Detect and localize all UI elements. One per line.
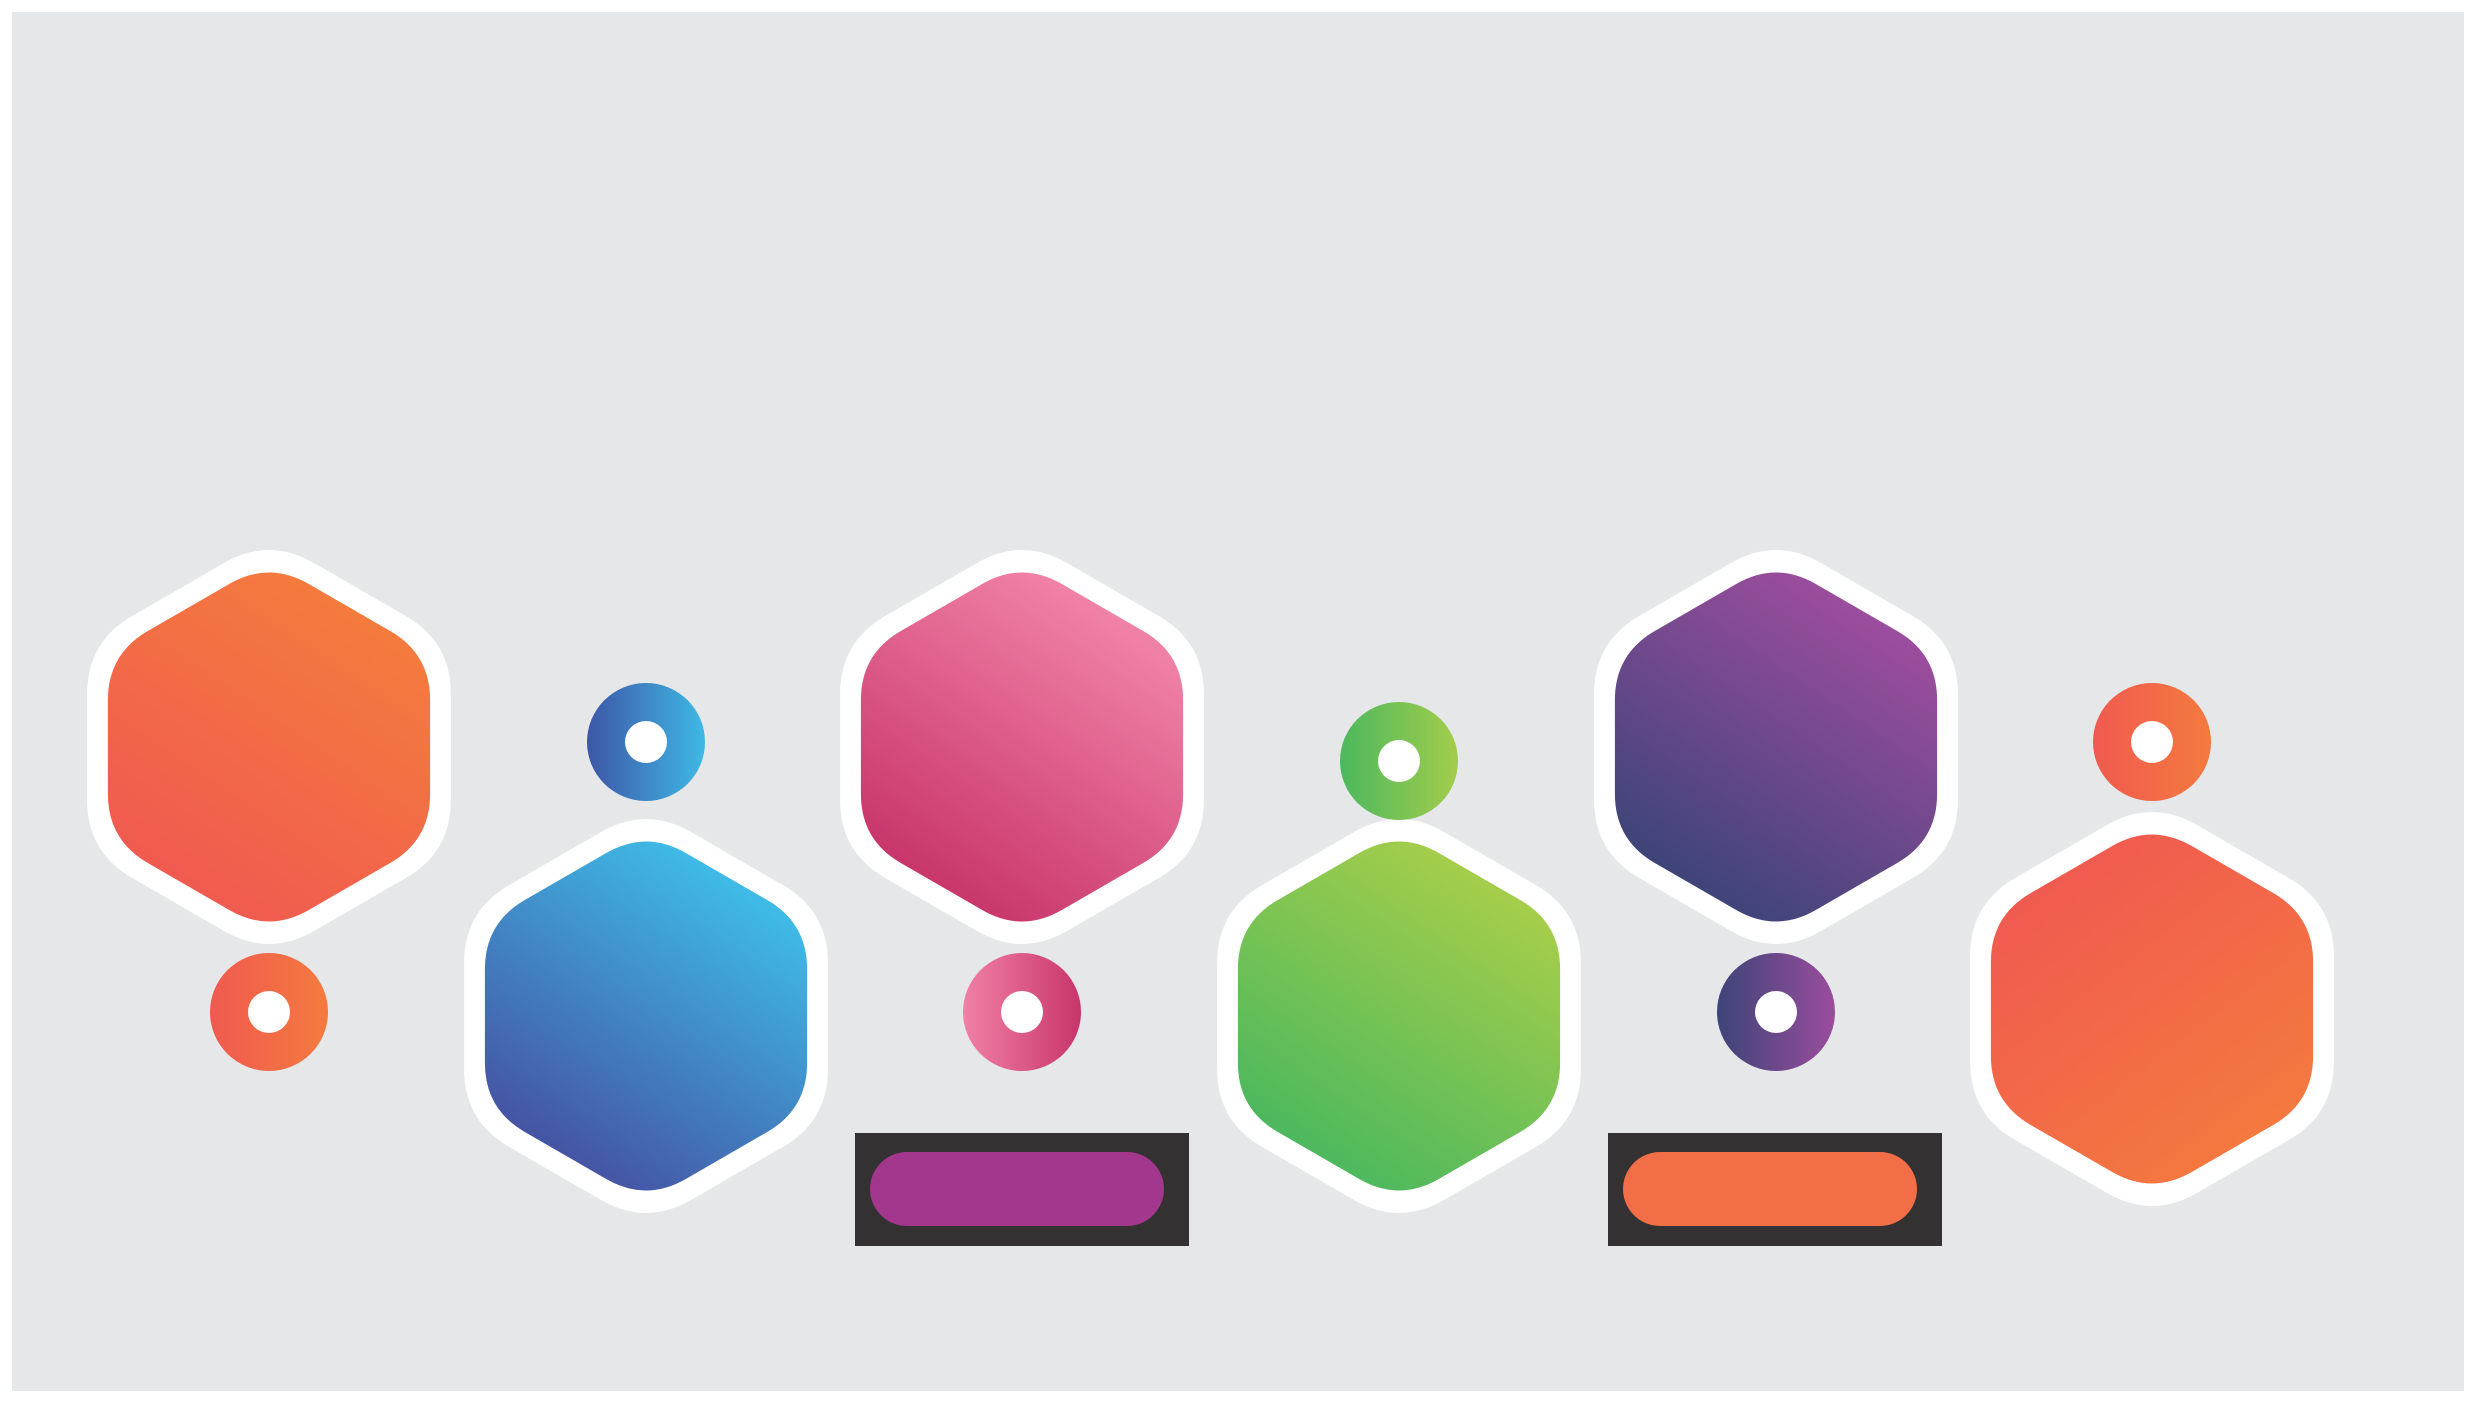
dot-pink-center: [1001, 991, 1043, 1033]
dot-orange-2: [2093, 683, 2211, 801]
infographic-diagram: [12, 12, 2464, 1391]
label-bar-orange-pill: [1623, 1152, 1917, 1226]
dot-green: [1340, 702, 1458, 820]
dot-pink: [963, 953, 1081, 1071]
label-bar-purple-pill: [870, 1152, 1164, 1226]
dot-blue-center: [625, 721, 667, 763]
label-bar-orange: [1608, 1133, 1942, 1246]
dot-purple-center: [1755, 991, 1797, 1033]
dot-green-center: [1378, 740, 1420, 782]
label-bar-purple: [855, 1133, 1189, 1246]
dot-orange: [210, 953, 328, 1071]
dot-purple: [1717, 953, 1835, 1071]
dot-orange-2-center: [2131, 721, 2173, 763]
dot-blue: [587, 683, 705, 801]
dot-orange-center: [248, 991, 290, 1033]
